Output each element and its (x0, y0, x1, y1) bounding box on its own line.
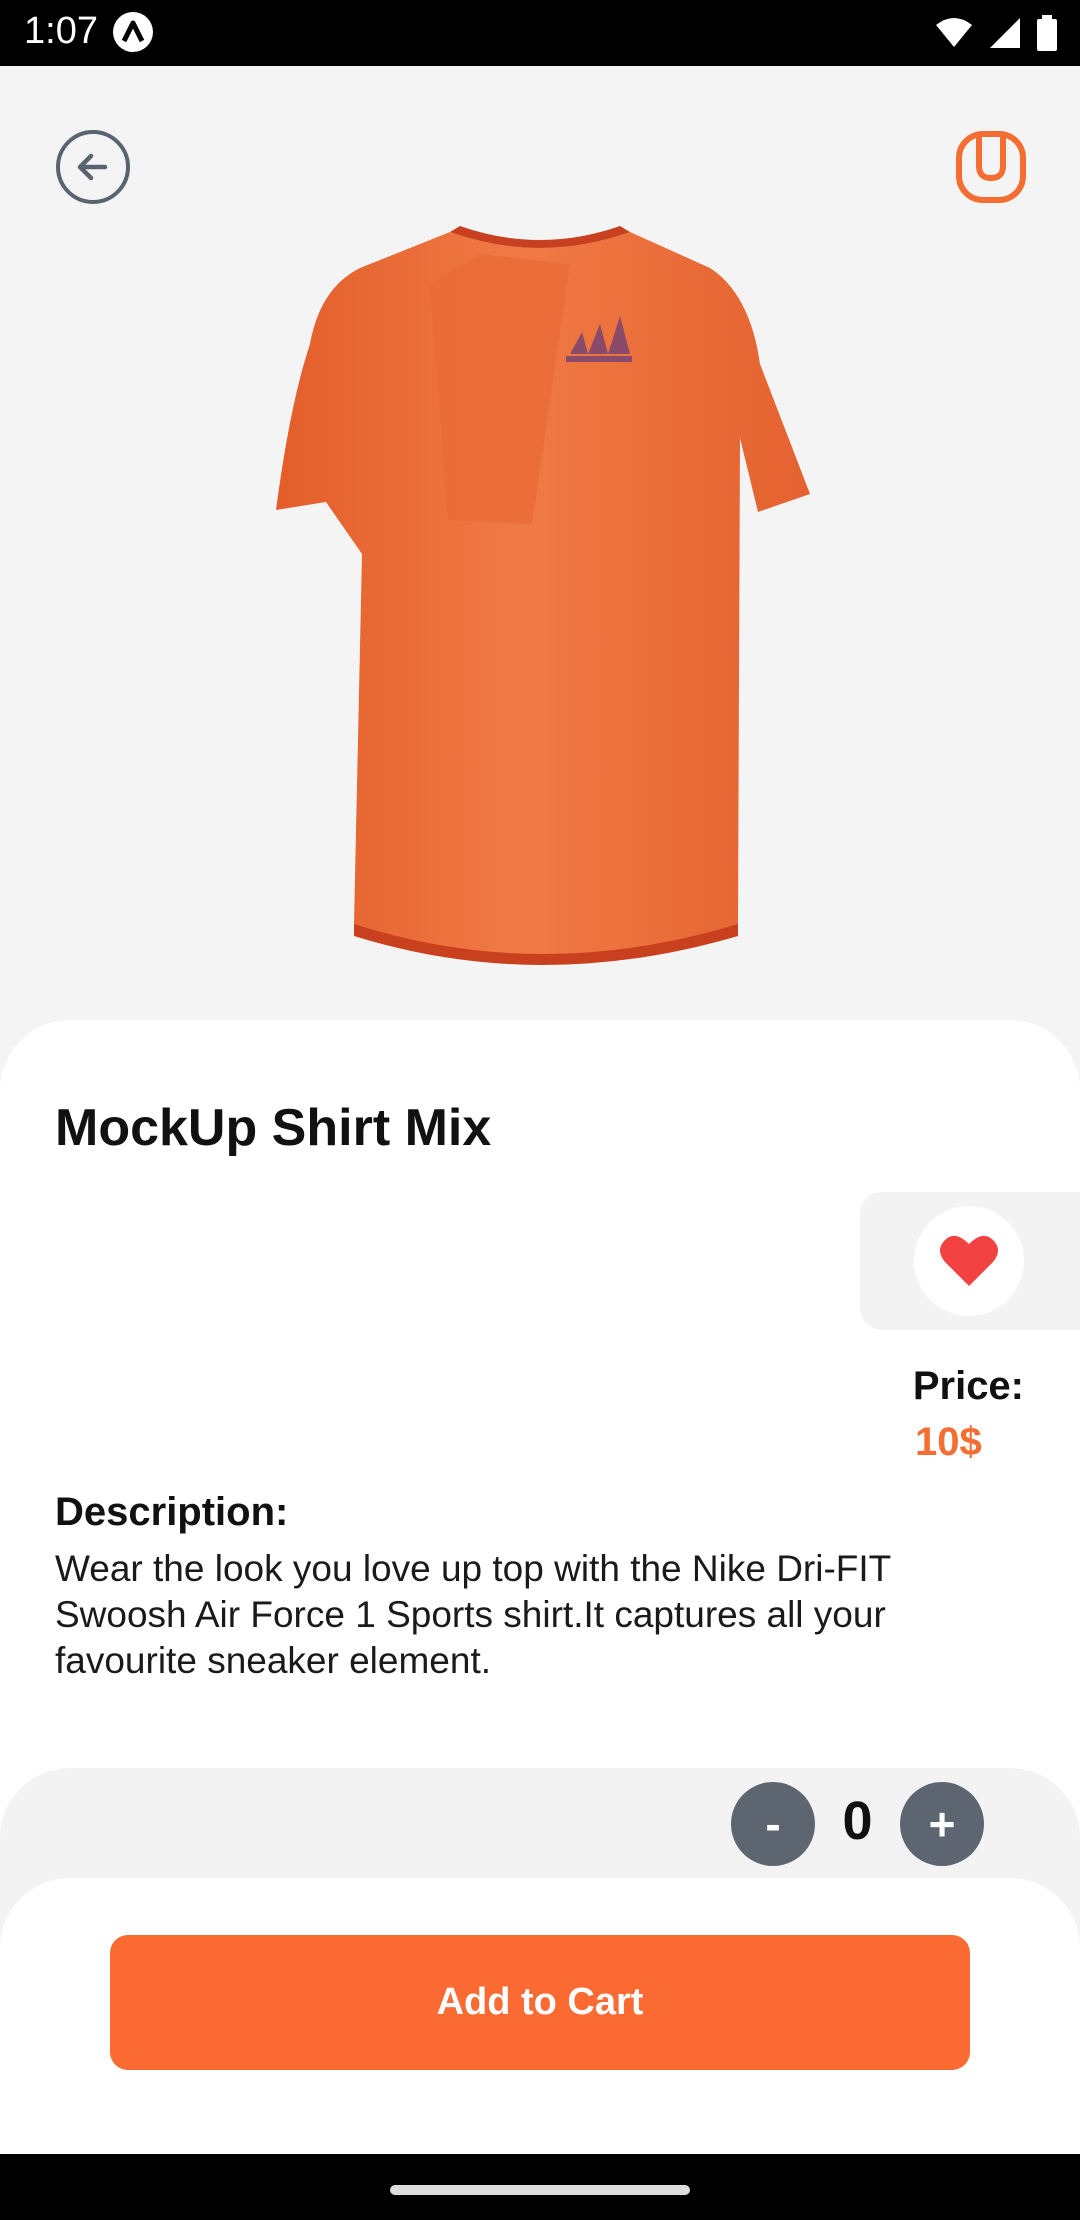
heart-icon (940, 1235, 998, 1286)
app-badge-icon (113, 12, 153, 52)
back-button[interactable] (56, 130, 130, 204)
price-label: Price: (912, 1364, 1024, 1408)
brand-button[interactable] (955, 130, 1027, 204)
wifi-icon (936, 18, 972, 47)
home-indicator[interactable] (390, 2185, 690, 2195)
status-time: 1:07 (24, 10, 98, 52)
description-label: Description: (55, 1490, 289, 1534)
favorite-button[interactable] (914, 1206, 1024, 1316)
decrease-quantity-button[interactable]: - (731, 1782, 815, 1866)
system-icons (934, 14, 1058, 52)
product-image (276, 226, 810, 965)
add-to-cart-button[interactable]: Add to Cart (110, 1935, 970, 2070)
increase-quantity-button[interactable]: + (900, 1782, 984, 1866)
signal-icon (990, 18, 1020, 48)
status-bar: 1:07 (0, 0, 1080, 66)
product-title: MockUp Shirt Mix (55, 1099, 492, 1157)
battery-icon (1037, 15, 1057, 51)
price-value: 10$ (915, 1420, 982, 1464)
brand-logo-icon (956, 131, 1026, 203)
quantity-value: 0 (842, 1791, 873, 1851)
description-text: Wear the look you love up top with the N… (55, 1548, 891, 1681)
arrow-left-icon (77, 153, 108, 181)
